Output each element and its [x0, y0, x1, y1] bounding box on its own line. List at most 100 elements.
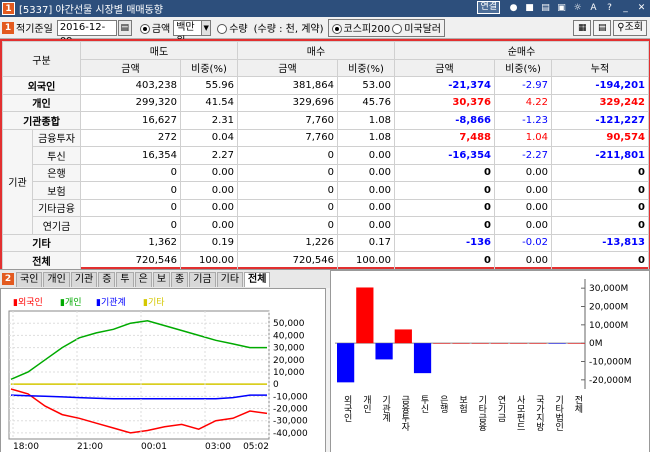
chart-panel: 2 국인 개인 기관 증 투 은 보 종 기금 기타 전체 50,000 40,000 30,000 20,… [0, 269, 650, 452]
x-tick-label: 05:02 [243, 442, 269, 452]
y-tick-label: 20,000M [589, 303, 628, 313]
chart-tab[interactable]: 보 [152, 271, 171, 287]
y-tick-label: 0M [589, 339, 603, 349]
sell-amount-cell: 0 [80, 181, 181, 200]
table-row[interactable]: 은행 0 0.00 0 0.00 0 0.00 0 [3, 163, 650, 182]
amount-radio[interactable]: 금액 [139, 20, 170, 35]
chart-tab[interactable]: 종 [171, 271, 189, 287]
category-label: 투신 [419, 395, 429, 413]
y-tick-label: -40,000 [273, 429, 308, 439]
table-row[interactable]: 기관종합 16,627 2.31 7,760 1.08 -8,866 -1.23 -121,2… [2, 111, 650, 130]
chart-tab[interactable]: 개인 [43, 271, 70, 287]
header-group: 구분 [2, 41, 81, 77]
copy-icon[interactable]: ▣ [555, 1, 568, 14]
net-cumulative-cell: 329,242 [550, 93, 650, 112]
row-label: 연기금 [32, 216, 81, 235]
table-row[interactable]: 투신 16,354 2.27 0 0.00 -16,354 -2.27 -211,801 [3, 146, 650, 165]
search-button-label: 조회 [624, 21, 643, 33]
header-buy-ratio: 비중(%) [337, 58, 395, 77]
window-title: [5337] 야간선물 시장별 매매동향 [19, 5, 163, 16]
net-amount-cell: 0 [394, 163, 495, 182]
print-icon[interactable]: ▤ [539, 1, 552, 14]
net-amount-cell: 0 [394, 198, 495, 217]
table-row[interactable]: 기타금융 0 0.00 0 0.00 0 0.00 0 [3, 198, 650, 217]
sell-amount-cell: 16,627 [80, 111, 181, 130]
row-label: 외국인 [2, 76, 81, 95]
buy-amount-cell: 0 [237, 163, 338, 182]
help-button[interactable]: ? [603, 1, 616, 14]
net-ratio-cell: -2.27 [494, 146, 552, 165]
row-label: 은행 [32, 163, 81, 182]
save-icon[interactable]: ■ [523, 1, 536, 14]
net-ratio-cell: 0.00 [494, 163, 552, 182]
table-row[interactable]: 전체 720,546 100.00 720,546 100.00 0 0.00 0 [2, 251, 650, 270]
header-sell-amt: 금액 [80, 58, 181, 77]
usd-radio[interactable]: 미국달러 [392, 20, 441, 35]
chart-tab[interactable]: 증 [98, 271, 116, 287]
date-input[interactable]: 2016-12-09 [56, 19, 117, 47]
x-tick-label: 18:00 [13, 442, 39, 452]
net-ratio-cell: -0.02 [494, 233, 552, 252]
table-row[interactable]: 개인 299,320 41.54 329,696 45.76 30,376 4.22 329,… [2, 93, 650, 112]
chart-tab[interactable]: 전체 [244, 271, 271, 287]
bar [510, 343, 528, 344]
row-label: 전체 [2, 251, 81, 270]
buy-ratio-cell: 1.08 [337, 111, 395, 130]
trading-table-panel: 구분 매도 매수 순매수 금액 비중(%) 금액 비중(%) 금액 비중(%) … [0, 39, 650, 270]
x-tick-label: 00:01 [141, 442, 167, 452]
lock-icon[interactable]: ● [507, 1, 520, 14]
chart-tab[interactable]: 기금 [189, 271, 216, 287]
sell-amount-cell: 1,362 [80, 233, 181, 252]
link-tag-button[interactable]: 연결 [477, 1, 500, 14]
usd-label: 미국달러 [404, 24, 442, 35]
category-label: 기타법인 [553, 395, 563, 431]
font-size-icon[interactable]: A [587, 1, 600, 14]
table-row[interactable]: 기타 1,362 0.19 1,226 0.17 -136 -0.02 -13,813 [2, 233, 650, 252]
net-amount-cell: -136 [394, 233, 495, 252]
table-row[interactable]: 외국인 403,238 55.96 381,864 53.00 -21,374 -2.97-… [2, 76, 650, 95]
chart-tab[interactable]: 은 [134, 271, 152, 287]
category-label: 금융투자 [399, 395, 409, 432]
sell-ratio-cell: 0.00 [180, 198, 238, 217]
bar [413, 343, 432, 374]
net-cumulative-cell: -13,813 [550, 233, 650, 252]
y-tick-label: 0 [273, 380, 279, 390]
section-number-badge: 2 [2, 273, 14, 285]
table-row[interactable]: 보험 0 0.00 0 0.00 0 0.00 0 [3, 181, 650, 200]
bar [433, 343, 451, 344]
chart-tab[interactable]: 기타 [216, 271, 244, 287]
net-amount-cell: 0 [394, 181, 495, 200]
minimize-icon[interactable]: _ [619, 1, 632, 14]
y-tick-label: -10,000 [273, 392, 308, 402]
bar [337, 343, 355, 383]
settings-icon[interactable]: ☼ [571, 1, 584, 14]
sell-amount-cell: 403,238 [80, 76, 181, 95]
table-row[interactable]: 기관 금융투자 272 0.04 7,760 1.08 7,488 1.04 90,574 [2, 128, 650, 235]
buy-ratio-cell: 0.00 [337, 163, 395, 182]
usd-radio-icon [392, 24, 403, 34]
chart-tab[interactable]: 기관 [70, 271, 98, 287]
buy-ratio-cell: 0.00 [337, 181, 395, 200]
close-icon[interactable]: ✕ [635, 1, 648, 14]
buy-ratio-cell: 100.00 [337, 251, 395, 270]
chart-view-icon[interactable]: ▤ [593, 19, 612, 36]
header-net: 순매수 [393, 41, 650, 60]
buy-ratio-cell: 0.00 [337, 216, 395, 235]
sell-ratio-cell: 2.27 [180, 146, 238, 165]
search-button[interactable]: ⚲ 조회 [613, 19, 647, 36]
bar [490, 343, 509, 344]
net-ratio-cell: 0.00 [494, 198, 552, 217]
kospi200-radio[interactable]: 코스피200 [331, 20, 390, 35]
y-tick-label: 50,000 [273, 319, 305, 329]
table-row[interactable]: 연기금 0 0.00 0 0.00 0 0.00 0 [3, 216, 650, 235]
unit-select[interactable]: 백만원 ▼ [173, 19, 212, 47]
calendar-icon[interactable]: ▤ [117, 19, 132, 36]
row-label: 개인 [2, 93, 81, 112]
net-cumulative-cell: 90,574 [550, 128, 650, 147]
table-view-icon[interactable]: ▦ [573, 19, 592, 36]
chart-tab[interactable]: 국인 [16, 271, 43, 287]
sell-ratio-cell: 0.00 [180, 181, 238, 200]
chart-tab[interactable]: 투 [116, 271, 134, 287]
qty-radio[interactable]: 수량 [217, 20, 248, 35]
net-ratio-cell: 4.22 [494, 93, 552, 112]
